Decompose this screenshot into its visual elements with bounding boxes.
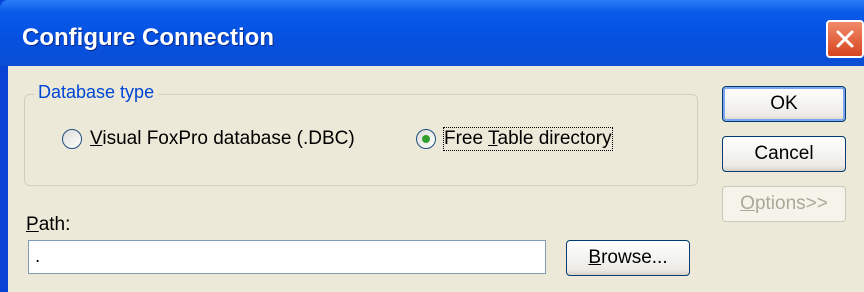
- cancel-button[interactable]: Cancel: [722, 136, 846, 172]
- browse-button[interactable]: Browse...: [566, 240, 690, 276]
- radio-button-checked[interactable]: [416, 129, 436, 149]
- ok-button[interactable]: OK: [722, 86, 846, 122]
- radio-button[interactable]: [62, 129, 82, 149]
- title-bar[interactable]: Configure Connection: [0, 0, 864, 66]
- close-button[interactable]: [826, 20, 864, 58]
- dialog-body: Database type Visual FoxPro database (.D…: [8, 66, 864, 292]
- path-label: Path:: [26, 214, 71, 235]
- dialog-window: Configure Connection Database type Visua…: [0, 0, 864, 292]
- close-icon: [836, 30, 854, 48]
- group-label: Database type: [34, 82, 159, 103]
- path-input[interactable]: [28, 240, 546, 274]
- radio-label-free-table[interactable]: Free Table directory: [443, 127, 613, 151]
- options-button[interactable]: Options>>: [722, 186, 846, 222]
- window-title: Configure Connection: [22, 24, 274, 51]
- radio-label-visual-foxpro[interactable]: Visual FoxPro database (.DBC): [90, 128, 355, 150]
